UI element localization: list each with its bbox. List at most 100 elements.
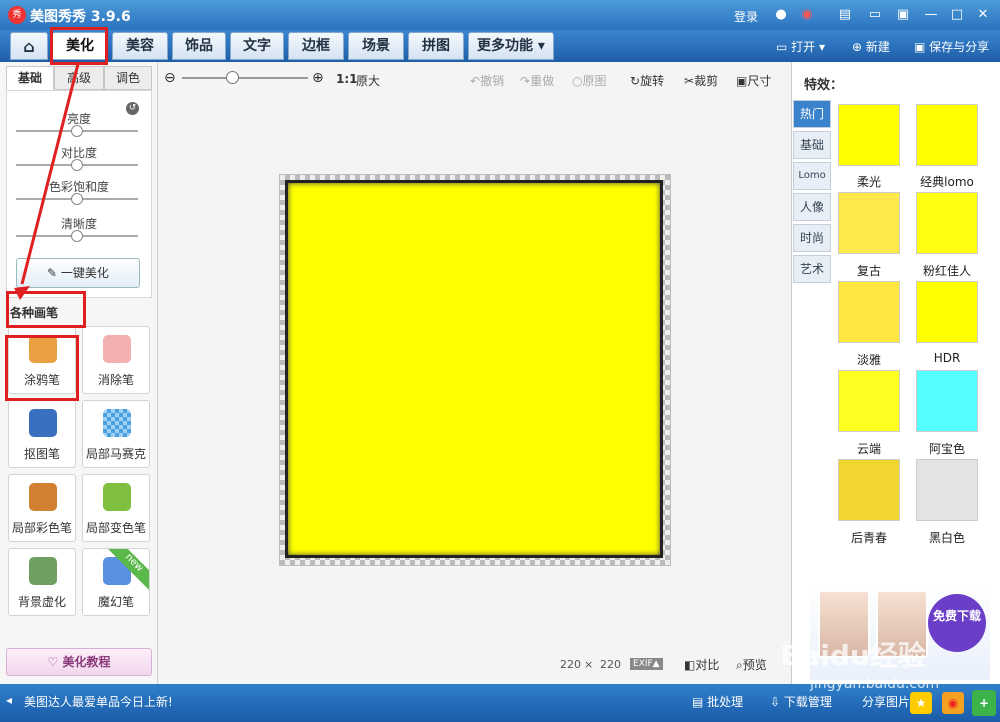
effect-label: 后青春	[850, 531, 887, 545]
new-button[interactable]: ⊕ 新建	[852, 38, 890, 55]
save-share-button[interactable]: ▣ 保存与分享	[914, 38, 989, 55]
effect-tab-basic[interactable]: 基础	[793, 131, 831, 159]
effect-thumb[interactable]	[916, 459, 978, 521]
tab-text[interactable]: 文字	[230, 32, 284, 60]
effect-thumb[interactable]	[838, 370, 900, 432]
tutorial-button[interactable]: ♡ 美化教程	[6, 648, 152, 676]
effect-tab-fashion[interactable]: 时尚	[793, 224, 831, 252]
zoom-slider[interactable]	[182, 77, 308, 79]
share-image-label[interactable]: 分享图片	[862, 693, 910, 710]
effect-label: 黑白色	[928, 531, 965, 545]
tab-home[interactable]: ⌂	[10, 32, 48, 60]
effect-tab-portrait[interactable]: 人像	[793, 193, 831, 221]
menu-icon[interactable]: ▤	[836, 6, 854, 24]
tab-collage[interactable]: 拼图	[408, 32, 464, 60]
add-icon[interactable]: +	[972, 690, 996, 716]
highlight-box-doodle-brush	[5, 335, 79, 401]
tab-accessories[interactable]: 饰品	[172, 32, 226, 60]
compare-icon: ◧	[684, 658, 696, 672]
speaker-icon: ◂	[6, 693, 13, 707]
times-sign: ×	[584, 658, 594, 671]
color-brush-icon	[29, 483, 57, 511]
zoom-out-icon[interactable]: ⊖	[164, 70, 176, 86]
feedback-icon[interactable]: ▭	[866, 6, 884, 24]
slider-knob[interactable]	[71, 159, 83, 171]
folder-icon: ▭	[776, 40, 792, 54]
effect-thumb[interactable]	[838, 192, 900, 254]
zoom-ratio[interactable]: 1:1	[336, 72, 358, 86]
free-download-button[interactable]: 免费下载	[928, 594, 986, 652]
tab-more[interactable]: 更多功能 ▾	[468, 32, 554, 60]
star-icon[interactable]: ★	[910, 692, 932, 714]
effect-thumb[interactable]	[838, 459, 900, 521]
effect-tab-lomo[interactable]: Lomo	[793, 162, 831, 190]
brush-cutout[interactable]: 抠图笔	[8, 400, 76, 468]
skin-icon[interactable]: ▣	[894, 6, 912, 24]
close-icon[interactable]: ✕	[974, 6, 992, 24]
subtab-advanced[interactable]: 高级	[54, 66, 104, 90]
undo-icon: ↶	[470, 74, 481, 88]
tab-scene[interactable]: 场景	[348, 32, 404, 60]
maximize-icon[interactable]: □	[948, 6, 966, 24]
brush-recolor[interactable]: 局部变色笔	[82, 474, 150, 542]
open-button[interactable]: ▭ 打开 ▾	[776, 38, 825, 55]
preview-button[interactable]: ⌕预览	[736, 656, 767, 673]
effect-thumb[interactable]	[838, 104, 900, 166]
effect-thumb[interactable]	[838, 281, 900, 343]
blur-icon	[29, 557, 57, 585]
original-size-button[interactable]: 原大	[356, 72, 380, 89]
qq-icon[interactable]: ●	[772, 6, 790, 24]
download-manager-button[interactable]: ⇩ 下载管理	[770, 693, 832, 710]
footprint-icon: ♡	[47, 655, 63, 669]
photo-canvas[interactable]	[285, 180, 663, 558]
zoom-in-icon[interactable]: ⊕	[312, 70, 324, 86]
rotate-icon: ↻	[630, 74, 641, 88]
undo-button[interactable]: ↶撤销	[470, 72, 504, 89]
tab-border[interactable]: 边框	[288, 32, 344, 60]
zoom-slider-knob[interactable]	[226, 71, 239, 84]
tab-beauty[interactable]: 美容	[112, 32, 168, 60]
download-icon: ⇩	[770, 695, 784, 709]
slider-knob[interactable]	[71, 230, 83, 242]
subtab-basic[interactable]: 基础	[6, 66, 54, 90]
effect-label: 复古	[856, 264, 881, 278]
minimize-icon[interactable]: —	[922, 6, 940, 24]
exif-button[interactable]: EXIF▲	[630, 658, 663, 670]
weibo-share-icon[interactable]: ◉	[942, 692, 964, 714]
effect-label: 阿宝色	[928, 442, 965, 456]
brush-eraser[interactable]: 消除笔	[82, 326, 150, 394]
effect-thumb[interactable]	[916, 370, 978, 432]
subtab-color[interactable]: 调色	[104, 66, 152, 90]
slider-knob[interactable]	[71, 125, 83, 137]
compare-button[interactable]: ◧对比	[684, 656, 719, 673]
effect-thumb[interactable]	[916, 281, 978, 343]
batch-icon: ▤	[692, 695, 708, 709]
image-height: 220	[600, 658, 621, 671]
baidu-watermark-url: jingyan.baidu.com	[810, 676, 940, 692]
baidu-watermark: Baidu经验	[780, 639, 926, 672]
resize-button[interactable]: ▣尺寸	[736, 72, 771, 89]
rotate-button[interactable]: ↻旋转	[630, 72, 664, 89]
brush-color[interactable]: 局部彩色笔	[8, 474, 76, 542]
brush-mosaic[interactable]: 局部马赛克	[82, 400, 150, 468]
circle-icon: ○	[572, 74, 583, 88]
login-link[interactable]: 登录	[734, 8, 758, 25]
redo-button[interactable]: ↷重做	[520, 72, 554, 89]
weibo-icon[interactable]: ◉	[798, 6, 816, 24]
resize-icon: ▣	[736, 74, 748, 88]
effect-thumb[interactable]	[916, 192, 978, 254]
crop-button[interactable]: ✂裁剪	[684, 72, 718, 89]
slider-knob[interactable]	[71, 193, 83, 205]
scissors-icon: ✂	[684, 74, 695, 88]
one-click-beautify-button[interactable]: ✎ 一键美化	[16, 258, 140, 288]
effect-tab-art[interactable]: 艺术	[793, 255, 831, 283]
eraser-icon	[103, 335, 131, 363]
effect-tab-hot[interactable]: 热门	[793, 100, 831, 128]
original-image-button[interactable]: ○原图	[572, 72, 607, 89]
news-link[interactable]: 美图达人最爱单品今日上新!	[24, 693, 173, 710]
batch-process-button[interactable]: ▤ 批处理	[692, 693, 743, 710]
paint-bucket-icon	[103, 483, 131, 511]
effect-thumb[interactable]	[916, 104, 978, 166]
brush-magic[interactable]: 魔幻笔 new	[82, 548, 150, 616]
brush-background-blur[interactable]: 背景虚化	[8, 548, 76, 616]
